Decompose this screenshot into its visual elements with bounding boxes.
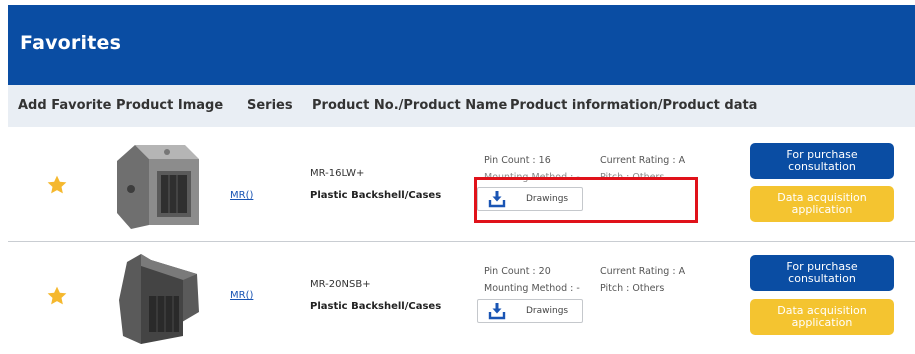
table-row: MR() MR-16LW+ Plastic Backshell/Cases Pi…: [8, 127, 915, 242]
col-product-info: Product information/Product data: [510, 98, 758, 113]
mounting-method: Mounting Method : -: [484, 283, 580, 294]
product-number: MR-16LW+: [310, 168, 365, 179]
mounting-method: Mounting Method : -: [484, 172, 580, 183]
data-acquisition-button[interactable]: Data acquisition application: [750, 186, 894, 222]
series-link[interactable]: MR(): [230, 290, 253, 301]
pitch: Pitch : Others: [600, 283, 665, 294]
product-name: Plastic Backshell/Cases: [310, 301, 442, 312]
product-image: [119, 254, 199, 344]
data-acquisition-button[interactable]: Data acquisition application: [750, 299, 894, 335]
star-icon[interactable]: [46, 174, 68, 196]
product-name: Plastic Backshell/Cases: [310, 190, 442, 201]
current-rating: Current Rating : A: [600, 266, 686, 277]
purchase-consultation-button[interactable]: For purchase consultation: [750, 143, 894, 179]
product-image: [117, 145, 199, 229]
product-number: MR-20NSB+: [310, 279, 371, 290]
star-icon[interactable]: [46, 285, 68, 307]
drawings-button[interactable]: Drawings: [477, 299, 583, 323]
col-product-image: Product Image: [116, 98, 224, 113]
page-title: Favorites: [20, 32, 122, 54]
col-series: Series: [247, 98, 293, 113]
pin-count: Pin Count : 16: [484, 155, 551, 166]
purchase-label-line2: consultation: [788, 272, 856, 285]
drawings-button[interactable]: Drawings: [477, 187, 583, 211]
table-row: MR() MR-20NSB+ Plastic Backshell/Cases P…: [8, 243, 915, 354]
col-product-no: Product No./Product Name: [312, 98, 508, 113]
col-add-favorite: Add Favorite: [18, 98, 112, 113]
data-label-line2: application: [791, 316, 853, 329]
pin-count: Pin Count : 20: [484, 266, 551, 277]
pitch: Pitch : Others: [600, 172, 665, 183]
drawings-label: Drawings: [526, 306, 569, 316]
download-icon: [488, 191, 506, 208]
favorites-header: Favorites: [8, 5, 915, 85]
purchase-label-line2: consultation: [788, 160, 856, 173]
download-icon: [488, 303, 506, 320]
series-link[interactable]: MR(): [230, 190, 253, 201]
data-label-line2: application: [791, 203, 853, 216]
purchase-consultation-button[interactable]: For purchase consultation: [750, 255, 894, 291]
column-header-bar: Add Favorite Product Image Series Produc…: [8, 85, 915, 127]
current-rating: Current Rating : A: [600, 155, 686, 166]
drawings-label: Drawings: [526, 194, 569, 204]
